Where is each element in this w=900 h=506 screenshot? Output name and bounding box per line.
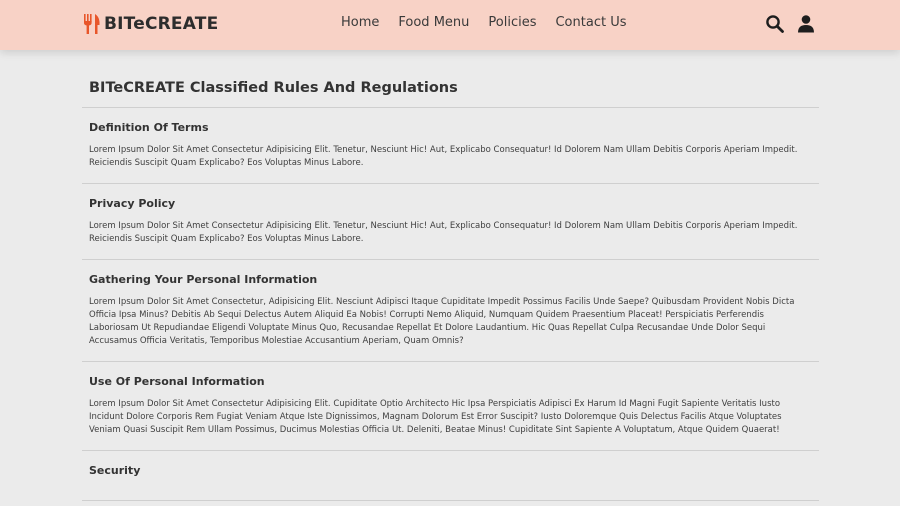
site-header: BITeCREATE Home Food Menu Policies Conta… (0, 0, 900, 50)
nav-home[interactable]: Home (341, 15, 379, 30)
main-nav: Home Food Menu Policies Contact Us (341, 15, 626, 30)
section-title: Gathering Your Personal Information (89, 273, 318, 286)
section-body: Lorem Ipsum Dolor Sit Amet Consectetur, … (89, 297, 795, 346)
section-gathering-personal-information: Gathering Your Personal Information Lore… (82, 260, 819, 362)
section-use-of-personal-information: Use Of Personal Information Lorem Ipsum … (82, 362, 819, 451)
section-privacy-policy: Privacy Policy Lorem Ipsum Dolor Sit Ame… (82, 184, 819, 260)
user-icon[interactable] (796, 14, 816, 34)
fork-knife-icon (84, 14, 100, 34)
section-body: Lorem Ipsum Dolor Sit Amet Consectetur A… (89, 221, 798, 244)
section-title: Use Of Personal Information (89, 375, 265, 388)
section-definition-of-terms: Definition Of Terms Lorem Ipsum Dolor Si… (82, 108, 819, 184)
page-title: BITeCREATE Classified Rules And Regulati… (82, 50, 819, 108)
section-body: Lorem Ipsum Dolor Sit Amet Consectetur A… (89, 145, 798, 168)
section-title: Privacy Policy (89, 197, 176, 210)
search-icon[interactable] (765, 14, 785, 34)
brand-logo[interactable]: BITeCREATE (81, 12, 218, 36)
section-title: Definition Of Terms (89, 121, 209, 134)
section-security: Security (82, 451, 819, 501)
section-body: Lorem Ipsum Dolor Sit Amet Consectetur A… (89, 399, 782, 435)
section-title: Security (89, 464, 141, 477)
nav-contact-us[interactable]: Contact Us (555, 15, 626, 30)
nav-policies[interactable]: Policies (488, 15, 536, 30)
policies-content: BITeCREATE Classified Rules And Regulati… (82, 50, 819, 501)
brand-name: BITeCREATE (104, 14, 219, 34)
nav-food-menu[interactable]: Food Menu (398, 15, 469, 30)
